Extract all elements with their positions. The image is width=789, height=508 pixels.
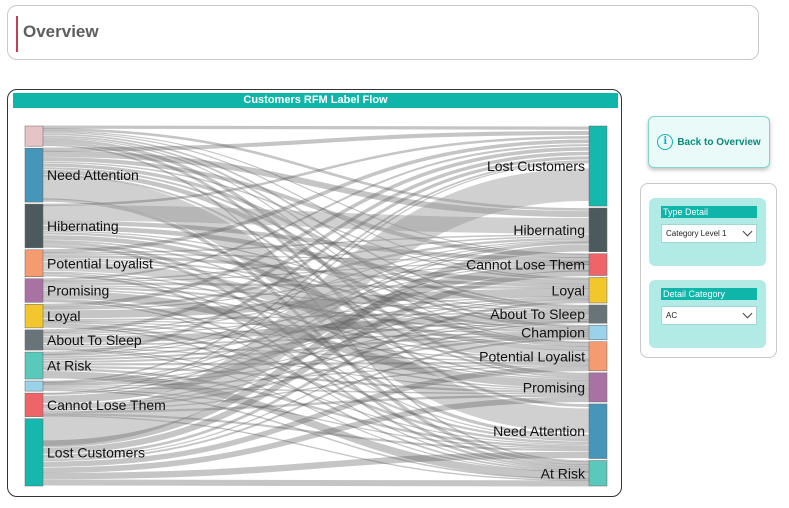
left-node-label: Lost Customers — [47, 444, 145, 460]
left-node-label: About To Sleep — [47, 332, 142, 348]
right-node-bar — [588, 304, 608, 324]
left-node-label: Loyal — [47, 308, 80, 324]
sankey-link — [42, 125, 590, 130]
right-node-label: Promising — [523, 379, 585, 395]
right-node-bar — [588, 341, 608, 372]
right-node-label: Potential Loyalist — [479, 348, 585, 364]
right-node-label: Hibernating — [513, 222, 585, 238]
left-node-bar — [24, 304, 44, 329]
right-node-label: Loyal — [552, 282, 585, 298]
header-accent-bar — [16, 16, 18, 52]
filter-label: Detail Category — [661, 288, 757, 300]
left-node-bar — [24, 147, 44, 203]
right-node-label: Lost Customers — [487, 158, 585, 174]
left-node-label: Cannot Lose Them — [47, 397, 166, 413]
filter-label: Type Detail — [661, 206, 757, 218]
left-node-bar — [24, 278, 44, 303]
right-node-label: Cannot Lose Them — [466, 257, 585, 273]
dropdown-value: AC — [666, 311, 678, 320]
chevron-down-icon — [742, 308, 753, 319]
left-node-bar — [24, 125, 44, 147]
left-node-label: Promising — [47, 283, 109, 299]
filter-detail-category: Detail Category AC — [649, 280, 766, 348]
right-node-bar — [588, 253, 608, 276]
left-node-label: Need Attention — [47, 167, 139, 183]
right-node-bar — [588, 207, 608, 252]
filter-type-detail: Type Detail Category Level 1 — [649, 198, 766, 266]
right-node-bar — [588, 277, 608, 304]
chevron-down-icon — [742, 226, 753, 237]
left-node-label: At Risk — [47, 358, 92, 374]
left-node-bar — [24, 418, 44, 487]
sankey-link — [42, 479, 590, 487]
right-node-label: At Risk — [541, 465, 586, 481]
detail-category-dropdown[interactable]: AC — [661, 306, 757, 325]
left-node-label: Hibernating — [47, 218, 119, 234]
sankey-chart: Need Attention Hibernating Potential Loyal… — [24, 125, 608, 487]
type-detail-dropdown[interactable]: Category Level 1 — [661, 224, 757, 243]
left-node-bar — [24, 203, 44, 249]
left-node-bar — [24, 392, 44, 417]
right-node-bar — [588, 403, 608, 459]
right-node-label: About To Sleep — [490, 306, 585, 322]
page-title: Overview — [23, 22, 99, 41]
left-node-label: Potential Loyalist — [47, 255, 153, 271]
info-icon: i — [657, 134, 674, 150]
left-node-bar — [24, 380, 44, 392]
right-node-bar — [588, 324, 608, 340]
right-node-bar — [588, 372, 608, 403]
left-node-bar — [24, 249, 44, 278]
filter-panel: Type Detail Category Level 1 Detail Cate… — [640, 183, 777, 358]
page-header: Overview — [7, 5, 759, 60]
right-node-label: Need Attention — [493, 423, 585, 439]
left-node-bar — [24, 329, 44, 351]
right-node-label: Champion — [521, 324, 585, 340]
right-node-bar — [588, 125, 608, 207]
left-node-bar — [24, 351, 44, 380]
right-node-bar — [588, 460, 608, 487]
dropdown-value: Category Level 1 — [666, 229, 727, 238]
sankey-chart-card: Customers RFM Label Flow Need Attention H… — [7, 89, 622, 497]
back-button-label: Back to Overview — [677, 136, 761, 148]
back-to-overview-button[interactable]: i Back to Overview — [648, 116, 770, 168]
